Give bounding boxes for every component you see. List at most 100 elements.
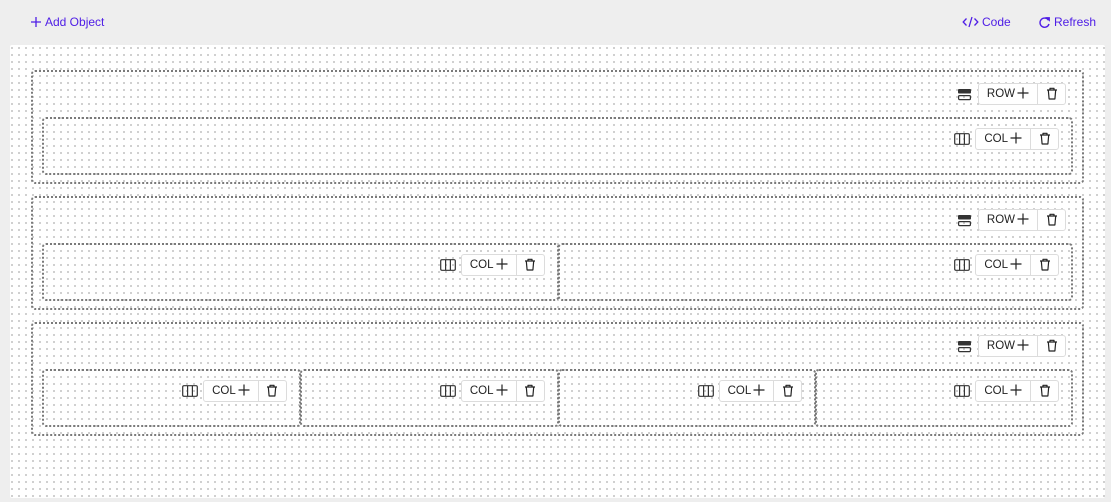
row-layout-icon[interactable] <box>956 339 974 353</box>
add-row-button[interactable]: ROW <box>979 84 1038 104</box>
column-layout-icon[interactable] <box>953 384 971 398</box>
add-row-button[interactable]: ROW <box>979 336 1038 356</box>
column-button-group: COL <box>203 380 287 402</box>
column-button-group: COL <box>718 380 803 402</box>
add-object-button[interactable]: Add Object <box>30 13 104 31</box>
add-row-label: ROW <box>986 214 1015 226</box>
trash-icon <box>266 382 278 401</box>
column-button-group: COL <box>460 254 545 276</box>
plus-icon <box>753 384 765 399</box>
add-column-label: COL <box>984 385 1008 397</box>
delete-column-button[interactable] <box>1031 129 1058 149</box>
add-column-label: COL <box>469 385 494 397</box>
column-layout-icon[interactable] <box>953 132 971 146</box>
layout-column[interactable]: COL <box>557 369 817 427</box>
add-row-label: ROW <box>986 340 1015 352</box>
row-toolbar: ROW <box>956 335 1066 357</box>
plus-icon <box>1017 87 1029 102</box>
row-button-group: ROW <box>977 335 1066 357</box>
delete-column-button[interactable] <box>517 255 544 275</box>
column-layout-icon[interactable] <box>953 258 971 272</box>
column-button-group: COL <box>975 128 1059 150</box>
delete-column-button[interactable] <box>1031 255 1058 275</box>
trash-icon <box>1046 85 1058 104</box>
trash-icon <box>524 382 536 401</box>
plus-icon <box>496 384 508 399</box>
delete-column-button[interactable] <box>774 381 801 401</box>
delete-column-button[interactable] <box>1031 381 1058 401</box>
delete-row-button[interactable] <box>1038 336 1065 356</box>
add-column-button[interactable]: COL <box>720 381 775 401</box>
add-column-button[interactable]: COL <box>976 381 1031 401</box>
trash-icon <box>1039 130 1051 149</box>
add-column-button[interactable]: COL <box>462 255 517 275</box>
delete-column-button[interactable] <box>259 381 286 401</box>
add-object-label: Add Object <box>45 15 105 29</box>
column-toolbar: COL <box>181 380 287 402</box>
code-button[interactable]: Code <box>962 13 1011 31</box>
trash-icon <box>1046 211 1058 230</box>
row-layout-icon[interactable] <box>956 213 974 227</box>
layout-column[interactable]: COL <box>557 243 1073 301</box>
row-toolbar: ROW <box>956 83 1066 105</box>
add-column-label: COL <box>727 385 752 397</box>
row-toolbar: ROW <box>956 209 1066 231</box>
plus-icon <box>1017 213 1029 228</box>
column-toolbar: COL <box>439 254 545 276</box>
plus-icon <box>1017 339 1029 354</box>
refresh-button[interactable]: Refresh <box>1038 13 1096 31</box>
column-toolbar: COL <box>953 254 1059 276</box>
code-label: Code <box>982 15 1011 29</box>
trash-icon <box>1046 337 1058 356</box>
trash-icon <box>782 382 794 401</box>
column-layout-icon[interactable] <box>181 384 199 398</box>
layout-column[interactable]: COL <box>42 117 1073 175</box>
column-toolbar: COL <box>953 128 1059 150</box>
add-column-label: COL <box>984 133 1008 145</box>
add-column-label: COL <box>984 259 1008 271</box>
layout-column[interactable]: COL <box>815 369 1073 427</box>
column-toolbar: COL <box>697 380 803 402</box>
add-column-button[interactable]: COL <box>976 255 1031 275</box>
column-button-group: COL <box>975 254 1059 276</box>
layout-canvas[interactable]: ROW COL ROW COL COL ROW COL COL COL COL <box>10 45 1105 498</box>
add-column-label: COL <box>212 385 236 397</box>
plus-icon <box>1010 258 1022 273</box>
layout-row[interactable]: ROW COL <box>31 322 1084 436</box>
add-row-button[interactable]: ROW <box>979 210 1038 230</box>
layout-row[interactable]: ROW COL <box>31 196 1084 310</box>
add-row-label: ROW <box>986 88 1015 100</box>
layout-column[interactable]: COL <box>42 369 301 427</box>
plus-icon <box>238 384 250 399</box>
column-layout-icon[interactable] <box>439 258 457 272</box>
column-toolbar: COL <box>953 380 1059 402</box>
column-button-group: COL <box>460 380 545 402</box>
add-column-label: COL <box>469 259 494 271</box>
trash-icon <box>1039 382 1051 401</box>
column-button-group: COL <box>975 380 1059 402</box>
layout-column[interactable]: COL <box>299 369 559 427</box>
row-layout-icon[interactable] <box>956 87 974 101</box>
plus-icon <box>496 258 508 273</box>
delete-row-button[interactable] <box>1038 84 1065 104</box>
add-column-button[interactable]: COL <box>976 129 1031 149</box>
plus-icon <box>30 16 42 28</box>
column-layout-icon[interactable] <box>697 384 715 398</box>
column-layout-icon[interactable] <box>439 384 457 398</box>
delete-row-button[interactable] <box>1038 210 1065 230</box>
plus-icon <box>1010 384 1022 399</box>
add-column-button[interactable]: COL <box>204 381 259 401</box>
top-toolbar: Add Object Code Refresh <box>0 0 1111 44</box>
trash-icon <box>1039 256 1051 275</box>
row-button-group: ROW <box>977 209 1066 231</box>
row-button-group: ROW <box>977 83 1066 105</box>
plus-icon <box>1010 132 1022 147</box>
trash-icon <box>524 256 536 275</box>
add-column-button[interactable]: COL <box>462 381 517 401</box>
refresh-icon <box>1038 16 1051 29</box>
refresh-label: Refresh <box>1054 15 1097 29</box>
layout-column[interactable]: COL <box>42 243 559 301</box>
delete-column-button[interactable] <box>517 381 544 401</box>
code-icon <box>962 16 979 28</box>
layout-row[interactable]: ROW COL <box>31 70 1084 184</box>
